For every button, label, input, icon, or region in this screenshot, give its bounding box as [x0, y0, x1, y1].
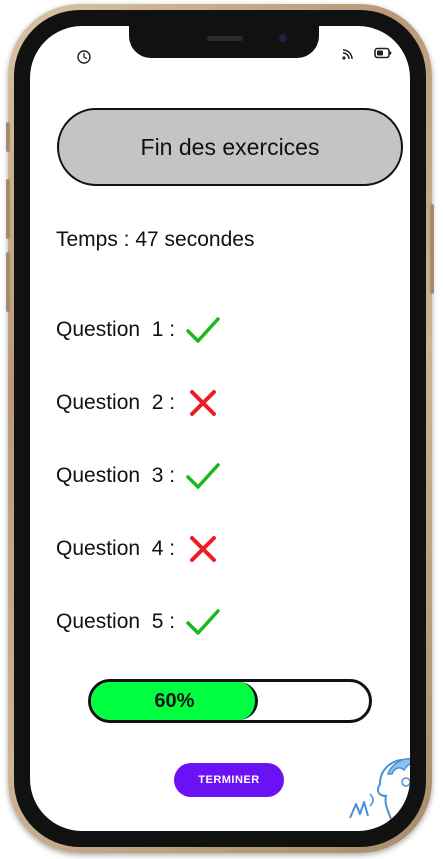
volume-up-button — [6, 179, 10, 239]
power-button — [430, 204, 434, 294]
question-label: Question 1 : — [56, 318, 176, 341]
check-icon — [186, 463, 220, 489]
notch — [129, 26, 319, 58]
speaker-grille — [207, 36, 243, 41]
question-row: Question 4 : — [56, 531, 221, 567]
mute-switch — [6, 122, 10, 152]
question-label: Question 2 : — [56, 391, 176, 414]
score-progress-bar: 60% — [88, 679, 372, 723]
cast-icon — [342, 49, 353, 60]
progress-percentage: 60% — [154, 689, 195, 712]
app-screen: Fin des exercices Temps : 47 secondes Qu… — [30, 26, 410, 831]
question-row: Question 5 : — [56, 604, 221, 640]
page-title: Fin des exercices — [57, 108, 403, 186]
speaking-head-icon — [349, 758, 410, 823]
cross-icon — [190, 536, 217, 562]
phone-frame: Fin des exercices Temps : 47 secondes Qu… — [6, 4, 434, 853]
finish-button[interactable]: TERMINER — [174, 763, 284, 797]
question-row: Question 1 : — [56, 312, 221, 348]
elapsed-time: Temps : 47 secondes — [56, 228, 255, 251]
check-icon — [186, 317, 220, 343]
cross-icon — [190, 390, 217, 416]
front-camera — [279, 34, 287, 42]
question-row: Question 3 : — [56, 458, 221, 494]
question-label: Question 3 : — [56, 464, 176, 487]
battery-icon — [374, 47, 392, 59]
question-label: Question 4 : — [56, 537, 176, 560]
question-row: Question 2 : — [56, 385, 221, 421]
status-icons — [342, 46, 392, 60]
clock-icon — [77, 50, 91, 64]
question-label: Question 5 : — [56, 610, 176, 633]
volume-down-button — [6, 252, 10, 312]
check-icon — [186, 609, 220, 635]
phone-bezel: Fin des exercices Temps : 47 secondes Qu… — [14, 10, 426, 847]
